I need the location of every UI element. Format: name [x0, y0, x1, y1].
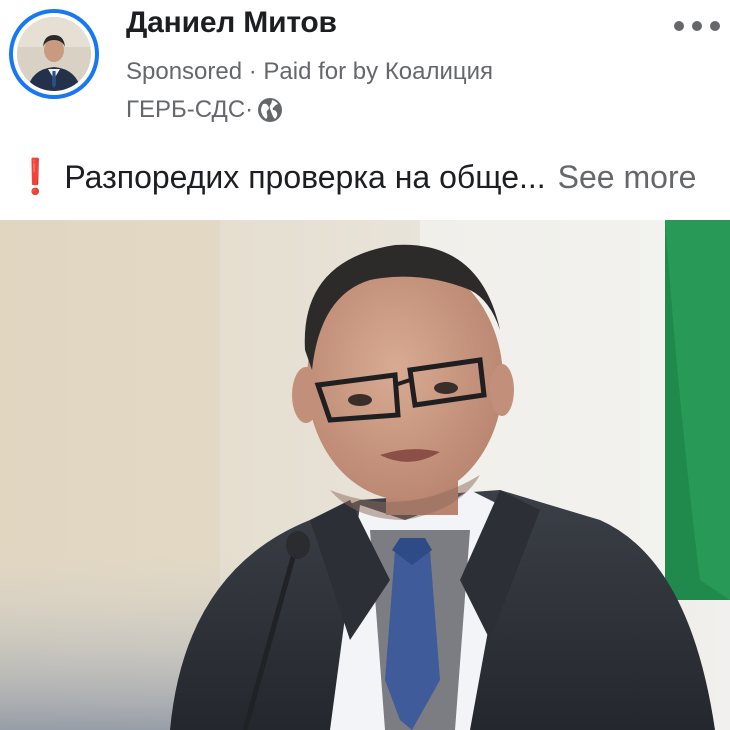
avatar-image [17, 17, 91, 91]
sponsored-meta: Sponsored · Paid for by Коалиция [126, 58, 493, 86]
post-text: ❗ Разпоредих проверка на обще... See mor… [14, 152, 730, 202]
post-photo[interactable] [0, 220, 730, 730]
exclamation-icon: ❗ [14, 158, 57, 196]
paid-for-label[interactable]: Paid for by Коалиция [263, 58, 493, 85]
meta-separator: · [242, 58, 264, 85]
more-options-button[interactable] [674, 12, 720, 40]
meta-separator-2: · [245, 96, 254, 123]
profile-avatar[interactable] [9, 9, 99, 99]
post-body: Разпоредих проверка на обще... [64, 158, 546, 195]
more-dot [710, 21, 720, 31]
more-dot [674, 21, 684, 31]
post-header: Даниел Митов Sponsored · Paid for by Коа… [0, 0, 730, 140]
see-more-link[interactable]: See more [558, 159, 697, 196]
globe-icon [258, 98, 283, 122]
author-name[interactable]: Даниел Митов [126, 6, 337, 40]
paid-for-org[interactable]: ГЕРБ-СДС [126, 96, 245, 124]
sponsored-label[interactable]: Sponsored [126, 58, 242, 85]
speaker-photo [0, 220, 730, 730]
paid-for-meta: ГЕРБ-СДС · [126, 96, 283, 124]
more-dot [692, 21, 702, 31]
